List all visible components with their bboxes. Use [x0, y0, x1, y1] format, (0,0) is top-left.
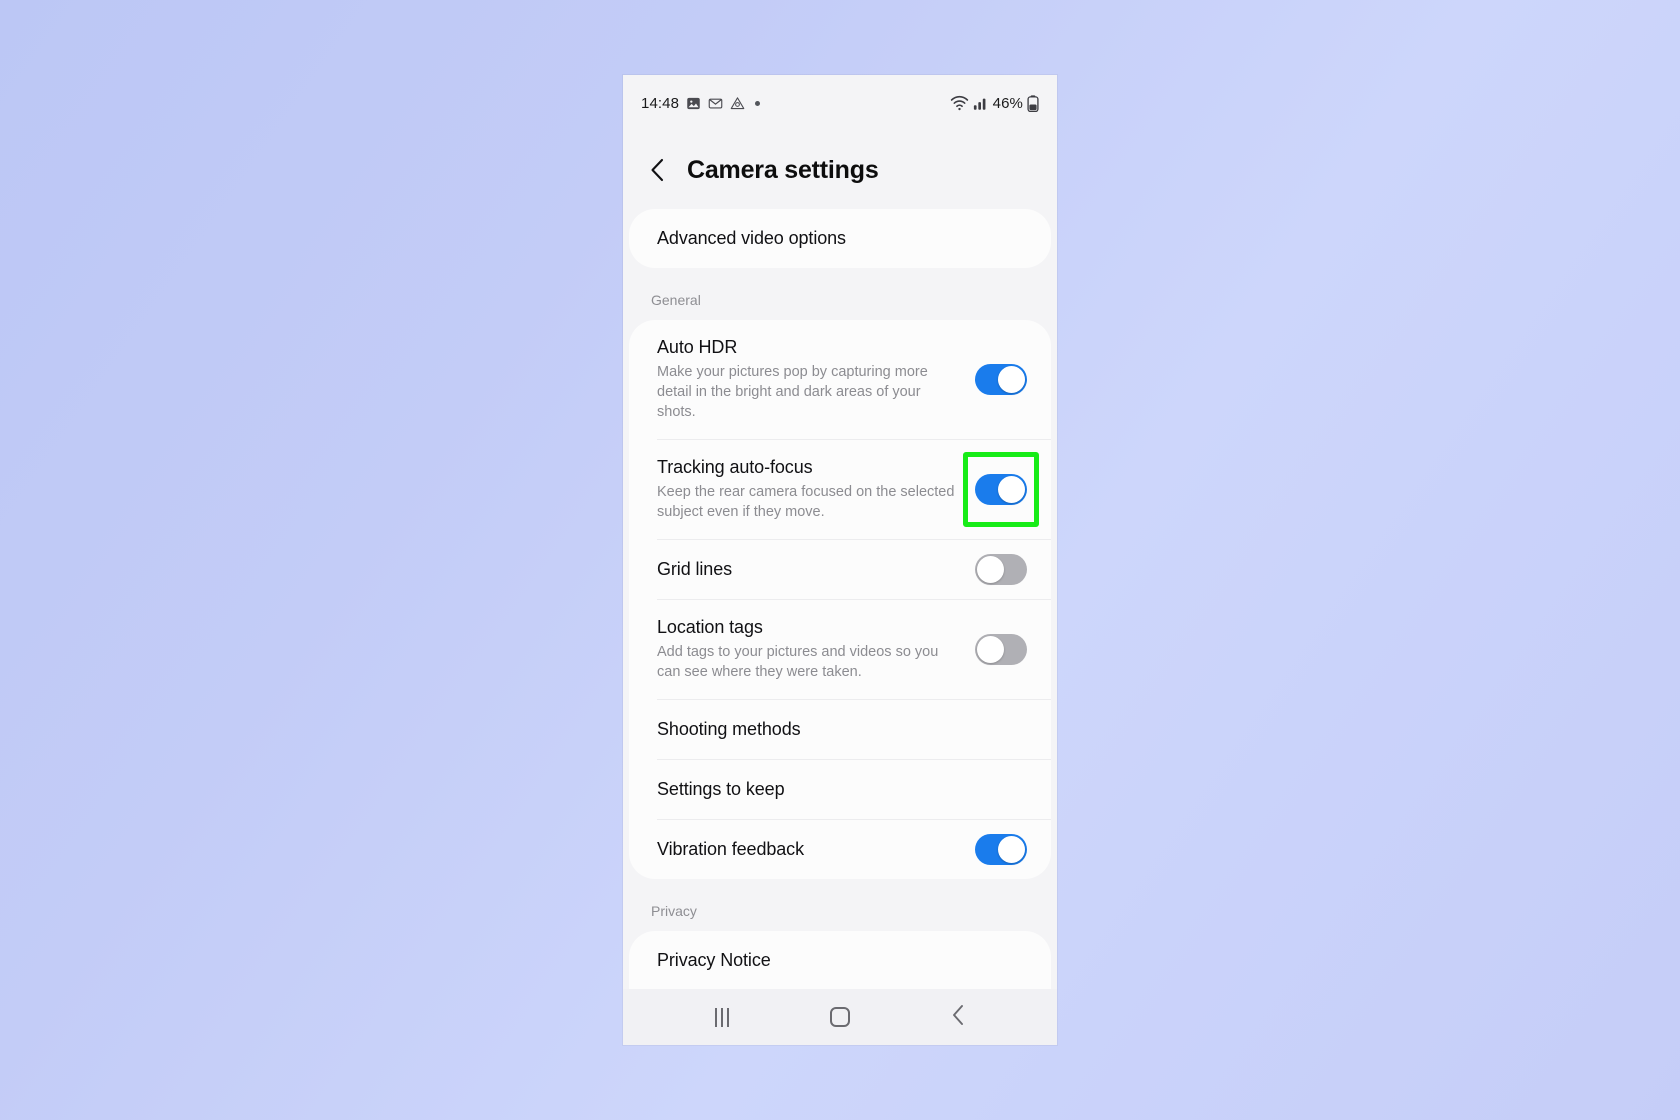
card-privacy: Privacy Notice — [629, 931, 1051, 990]
row-text: Privacy Notice — [657, 931, 1027, 990]
list-item-description: Make your pictures pop by capturing more… — [657, 364, 928, 420]
back-chevron-icon[interactable] — [647, 157, 669, 183]
drive-icon — [730, 96, 745, 111]
row-text: Advanced video options — [657, 209, 1027, 268]
row-text: Grid lines — [657, 540, 961, 599]
toggle-location-tags[interactable] — [975, 634, 1027, 665]
list-item-description: Keep the rear camera focused on the sele… — [657, 484, 955, 520]
home-button[interactable] — [810, 997, 870, 1037]
navigation-bar — [623, 989, 1057, 1045]
list-item-label: Shooting methods — [657, 719, 801, 739]
section-label-general: General — [623, 268, 1057, 320]
toggle-knob — [998, 476, 1025, 503]
list-item-label: Grid lines — [657, 559, 733, 579]
toggle-knob — [998, 836, 1025, 863]
row-text: Auto HDR Make your pictures pop by captu… — [657, 320, 961, 439]
row-text: Shooting methods — [657, 700, 1027, 759]
section-label-privacy: Privacy — [623, 879, 1057, 931]
toggle-vibration-feedback[interactable] — [975, 834, 1027, 865]
dot-icon — [755, 100, 761, 106]
list-item-location-tags[interactable]: Location tags Add tags to your pictures … — [629, 600, 1051, 699]
gmail-icon — [708, 96, 723, 111]
list-item-label: Auto HDR — [657, 337, 738, 357]
toggle-auto-hdr[interactable] — [975, 364, 1027, 395]
list-item-label: Vibration feedback — [657, 839, 804, 859]
list-item-tracking-auto-focus[interactable]: Tracking auto-focus Keep the rear camera… — [629, 440, 1051, 539]
battery-icon — [1027, 94, 1039, 112]
home-icon — [830, 1007, 850, 1027]
list-item-auto-hdr[interactable]: Auto HDR Make your pictures pop by captu… — [629, 320, 1051, 439]
toggle-knob — [977, 556, 1004, 583]
list-item-label: Privacy Notice — [657, 950, 771, 970]
list-item-label: Tracking auto-focus — [657, 457, 813, 477]
image-icon — [686, 96, 701, 111]
row-text: Location tags Add tags to your pictures … — [657, 600, 961, 699]
list-item-privacy-notice[interactable]: Privacy Notice — [629, 931, 1051, 990]
list-item-label: Advanced video options — [657, 228, 846, 248]
list-item-grid-lines[interactable]: Grid lines — [629, 540, 1051, 599]
row-text: Vibration feedback — [657, 820, 961, 879]
status-bar-right: 46% — [950, 95, 1039, 112]
battery-percent: 46% — [992, 94, 1023, 112]
list-item-advanced-video-options[interactable]: Advanced video options — [629, 209, 1051, 268]
list-item-label: Settings to keep — [657, 779, 785, 799]
wifi-icon — [950, 95, 969, 111]
status-time: 14:48 — [641, 94, 680, 112]
list-item-shooting-methods[interactable]: Shooting methods — [629, 700, 1051, 759]
list-item-settings-to-keep[interactable]: Settings to keep — [629, 760, 1051, 819]
list-item-vibration-feedback[interactable]: Vibration feedback — [629, 820, 1051, 879]
status-bar-left: 14:48 — [641, 94, 761, 112]
settings-list[interactable]: Advanced video options General Auto HDR … — [623, 209, 1057, 990]
title-bar: Camera settings — [623, 131, 1057, 209]
card-general: Auto HDR Make your pictures pop by captu… — [629, 320, 1051, 879]
toggle-knob — [977, 636, 1004, 663]
row-text: Tracking auto-focus Keep the rear camera… — [657, 440, 961, 539]
back-icon — [950, 1004, 967, 1031]
back-button[interactable] — [928, 997, 988, 1037]
page-title: Camera settings — [687, 155, 879, 184]
recents-icon — [715, 1007, 729, 1027]
toggle-tracking-auto-focus[interactable] — [975, 474, 1027, 505]
toggle-knob — [998, 366, 1025, 393]
list-item-label: Location tags — [657, 617, 763, 637]
status-bar: 14:48 46% — [623, 75, 1057, 131]
signal-icon — [973, 96, 989, 111]
card-advanced-video: Advanced video options — [629, 209, 1051, 268]
recents-button[interactable] — [692, 997, 752, 1037]
toggle-grid-lines[interactable] — [975, 554, 1027, 585]
row-text: Settings to keep — [657, 760, 1027, 819]
list-item-description: Add tags to your pictures and videos so … — [657, 644, 939, 680]
phone-screen: 14:48 46% Camera settings Advanced video… — [623, 75, 1057, 1045]
